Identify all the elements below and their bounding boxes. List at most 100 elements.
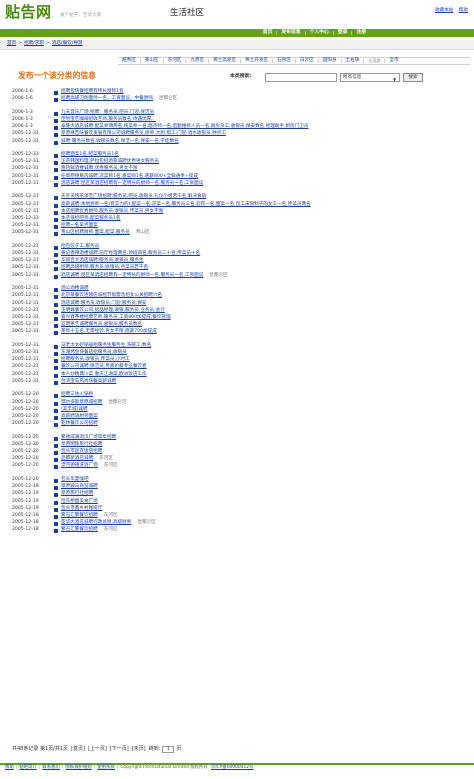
listing-title-link[interactable]: 酒店诚聘:昆区某酒店招聘有一定特长的厨师一名,服务员一名,工资面议 [61, 273, 203, 279]
search-input[interactable] [265, 73, 337, 82]
listing-title-link[interactable]: (美丰城)诚聘 [61, 407, 88, 413]
district-link[interactable]: 黄山区 [139, 58, 163, 64]
listing-title-link[interactable]: 马老太太砂锅居招服务生服务生,洗碗工,数名 [61, 343, 151, 349]
listing-title-link[interactable]: 嘉兴春茶楼招聘艺师,服务员,工资800加提成,餐饮管理 [61, 315, 171, 321]
listing-title-link[interactable]: 华丽百大酒店诚聘:服务员,收银员,服务生 [61, 259, 144, 264]
listing-title-link[interactable]: 佳怡宝艺咖啡招收艺师,服务员数名,待遇优厚。 [61, 117, 156, 123]
listing-title-link[interactable]: 北京某餐饮连锁店诚招节假需急招女公关招聘六名 [61, 294, 162, 299]
listing-title-link[interactable]: 草原旅行社招聘 [61, 492, 93, 497]
footer-link[interactable]: 贴吧简介 [19, 765, 37, 770]
search-scope-select[interactable]: 所有信息 ▼ [340, 73, 400, 82]
listing-title-link[interactable]: 茶师十五名,无需经验,男女不限,底薪700加提成 [61, 330, 157, 335]
pager-next[interactable]: [下一页] [110, 747, 129, 752]
listing-title-link[interactable]: 天外天快乐演艺广场招聘:服务员,吧员,收银员,礼仪小姐若干名,解决食宿 [61, 195, 206, 200]
listing-title-link[interactable]: 高薪聘请厨师面案 [61, 414, 98, 420]
listing-title-link[interactable]: 草原骏马商贸诚聘 [61, 484, 98, 490]
listing-title-link[interactable]: 草原缘吉味餐饮发展有限公司诚聘服务员,厨师,大厨,帮工,门迎,酒水收银员,钟点工 [61, 132, 226, 137]
breadcrumb-category[interactable]: 酒店/餐饮/导游 [52, 42, 83, 47]
listing-title-link[interactable]: 招聘包快餐招聘有特长厨师1名 [61, 89, 124, 95]
listing-title-link[interactable]: 九天音乐广场:招聘：服务员,吧员,门迎,保洁员 [61, 110, 154, 116]
listing-title-link[interactable]: 招聘三坊火锅师 [61, 393, 93, 398]
site-slogan: 发个帖子，告诉大家 [60, 13, 102, 18]
listing-title-link[interactable]: 鄂尔多斯草原城招聘 [61, 400, 102, 406]
pager-first[interactable]: [首页] [71, 747, 85, 752]
listing-title-link[interactable]: 繁德成满酒汉广场常年招聘 [61, 435, 116, 441]
nav-user-center[interactable]: 个人中心 [304, 30, 333, 36]
listing-title-link[interactable]: 本人炒精典川菜,重庆江湖菜,欧洲饭店工作 [61, 372, 147, 378]
listing-title-link[interactable]: 亚华大酒店诚聘行政总厨,高级厨师 [61, 520, 131, 526]
listing-title-link[interactable]: 隆热鲜酒楼诚聘:优秀服务员,男女不限 [61, 167, 138, 172]
listing-title-link[interactable]: 恰东桥图美食广场 [61, 499, 98, 505]
icp-link[interactable]: 京ICP备00000012号 [211, 765, 254, 770]
footer-link[interactable]: 帮助 [5, 765, 14, 770]
listing-title-link[interactable]: 招聘高级厨师,服务员,收银员,点菜员若干名 [61, 266, 148, 271]
pager-prev[interactable]: [上一页] [88, 747, 107, 752]
listing-title-link[interactable]: 黄记香辣酒楼诚聘:前厅经理两名,领班四名,服务员二十名,传菜员十名 [61, 251, 200, 257]
breadcrumb-jobs[interactable]: 招聘/求职 [24, 42, 44, 47]
listing-title-link[interactable]: 繁石汇繁餐饮招聘 [61, 513, 98, 519]
listing-title-link[interactable]: 繁石汇繁餐饮招聘 [61, 528, 98, 533]
district-link[interactable]: 全市 [384, 58, 402, 64]
listing-title-link[interactable]: 乾林餐饮公司招聘 [61, 421, 98, 427]
district-link[interactable]: 稀土开发区 [240, 58, 272, 64]
listing-title-link[interactable]: 招包饺子工,服务员 [61, 244, 99, 250]
footer-link[interactable]: 使用条款 [97, 765, 115, 770]
nav-home[interactable]: 首页 [259, 30, 277, 36]
listing-date: 2005-12-31 [12, 258, 39, 264]
bullet-icon [54, 126, 58, 131]
listing-title-link[interactable]: 台湾宝岛风尚快餐高薪诚聘 [61, 379, 116, 385]
district-link[interactable]: 稀土高新区 [208, 58, 240, 64]
listing-title-link[interactable]: 招聘服务员,收银员,传菜员,小时工 [61, 358, 130, 363]
listing-title-link[interactable]: 招聘高级刀削面师一名，工资面议，中餐厨师 [61, 97, 153, 102]
district-link[interactable]: 九原区 [185, 58, 208, 64]
footer-link[interactable]: 联系我们 [42, 765, 60, 770]
listing-title-link[interactable]: 玉明峰餐饮公司,招品经理,收银,服务员,业务员,会计 [61, 308, 165, 314]
listing-region: 东河区 [103, 527, 118, 533]
listing-title-link[interactable]: 包头华夏咖吧 [61, 477, 89, 483]
listing-title-link[interactable]: 品都新酒店诚聘 [61, 457, 93, 462]
listing-title-link[interactable]: 任草原德蕉肉诚聘:凉菜师1名,发菜师1名,底薪800+全鲜通奉+提成 [61, 174, 198, 180]
listing-title-link[interactable]: 本店低招吧师,配菜服务员1名 [61, 216, 121, 222]
district-link[interactable]: 达茂旗 [363, 59, 384, 63]
listing-date: 2005-12-31 [12, 293, 39, 299]
breadcrumb-home[interactable]: 首页 [7, 42, 16, 47]
listing-title-link[interactable]: 正宗韩国料理,萨拉包招酒家诚聘优秀男女服务员 [61, 160, 159, 165]
district-link[interactable]: 东河区 [162, 58, 186, 64]
listing-title-link[interactable]: 酒公酒楼诚聘 [61, 286, 89, 292]
pager-last[interactable]: [末页] [132, 747, 146, 752]
listing-title-link[interactable]: 泰隆大酒店诚聘:配菜师傅两名,炖菜师一名,面点师一名,后勤维修人员一名,厨房杂工… [61, 124, 309, 130]
listing-title-link[interactable]: 酒店诚聘:服务员,收银员,门迎,服务员,保安 [61, 301, 146, 307]
footer-link[interactable]: 隐私保护规则 [65, 765, 91, 770]
listing-title-link[interactable]: 诚聘:服务员数名,收银员数名,保洁一名,保安一名,学徒数名 [61, 139, 179, 145]
district-link[interactable]: 越秀区 [118, 58, 140, 64]
listing-title-link[interactable]: 漂河德禧洗浴广场 [61, 464, 98, 469]
search-button[interactable]: 搜索 [403, 73, 423, 82]
help-link[interactable]: 帮助 [459, 8, 468, 13]
pager-page-select[interactable]: 1 [162, 746, 175, 753]
district-link[interactable]: 白云区 [294, 58, 318, 64]
listing-title-link[interactable]: 本店招聘优秀厨师,服务员,收银员,传菜员,男女不限 [61, 209, 163, 215]
listing-title-link[interactable]: 草原明珠旅行社招聘 [61, 442, 102, 448]
listing-title-link[interactable]: 包头市迎宾饭店招聘 [61, 449, 102, 455]
bullet-icon [54, 458, 58, 463]
listing-title-link[interactable]: 餐饮公司诚聘,保洁员,另底价最专业餐饮者 [61, 365, 147, 370]
site-logo[interactable]: 贴告网 [5, 5, 52, 20]
publish-in-category-link[interactable]: 发布一个该分类的信息 [18, 72, 96, 80]
listing-title-link[interactable]: 蓝明茶艺诚聘服务员,收银员,服务员数名 [61, 322, 142, 328]
listing-title-link[interactable]: 东湖烤鱼快餐店招服务员,收银员 [61, 350, 127, 356]
listing-title-link[interactable]: 招聘面案1名,配菜服务员1名 [61, 152, 119, 158]
district-link[interactable]: 固阳县 [317, 58, 341, 64]
listing-title-link[interactable]: 高薪诚聘:本地厨师一名(有实力的),配菜一名,凉菜一名,服务员三名,迎宾一名,面… [61, 202, 311, 208]
nav-register[interactable]: 注册 [351, 30, 370, 36]
nav-publish[interactable]: 发布信息 [276, 30, 304, 36]
bookmark-link[interactable]: 收藏本站 [435, 8, 453, 13]
listing-title-link[interactable]: 青山区招聘厨师,面案,配菜,服务员 [61, 231, 130, 236]
listing-date: 2005-12-31 [12, 131, 39, 137]
listing-title-link[interactable]: 包头市鑫乡村咖啡厅 [61, 506, 102, 512]
listing-title-link[interactable]: 招聘一名早点面案 [61, 223, 98, 229]
district-link[interactable]: 土右旗 [340, 58, 364, 64]
nav-login[interactable]: 登录 [332, 30, 352, 36]
listing-row: 2005-12-31 本店招聘优秀厨师,服务员,收银员,传菜员,男女不限 [0, 209, 474, 216]
listing-title-link[interactable]: 酒店诚聘:昆区某酒店招聘有一定特长的厨师一名,服务员一名,工资面议 [61, 181, 203, 187]
district-link[interactable]: 石拐区 [272, 58, 295, 64]
